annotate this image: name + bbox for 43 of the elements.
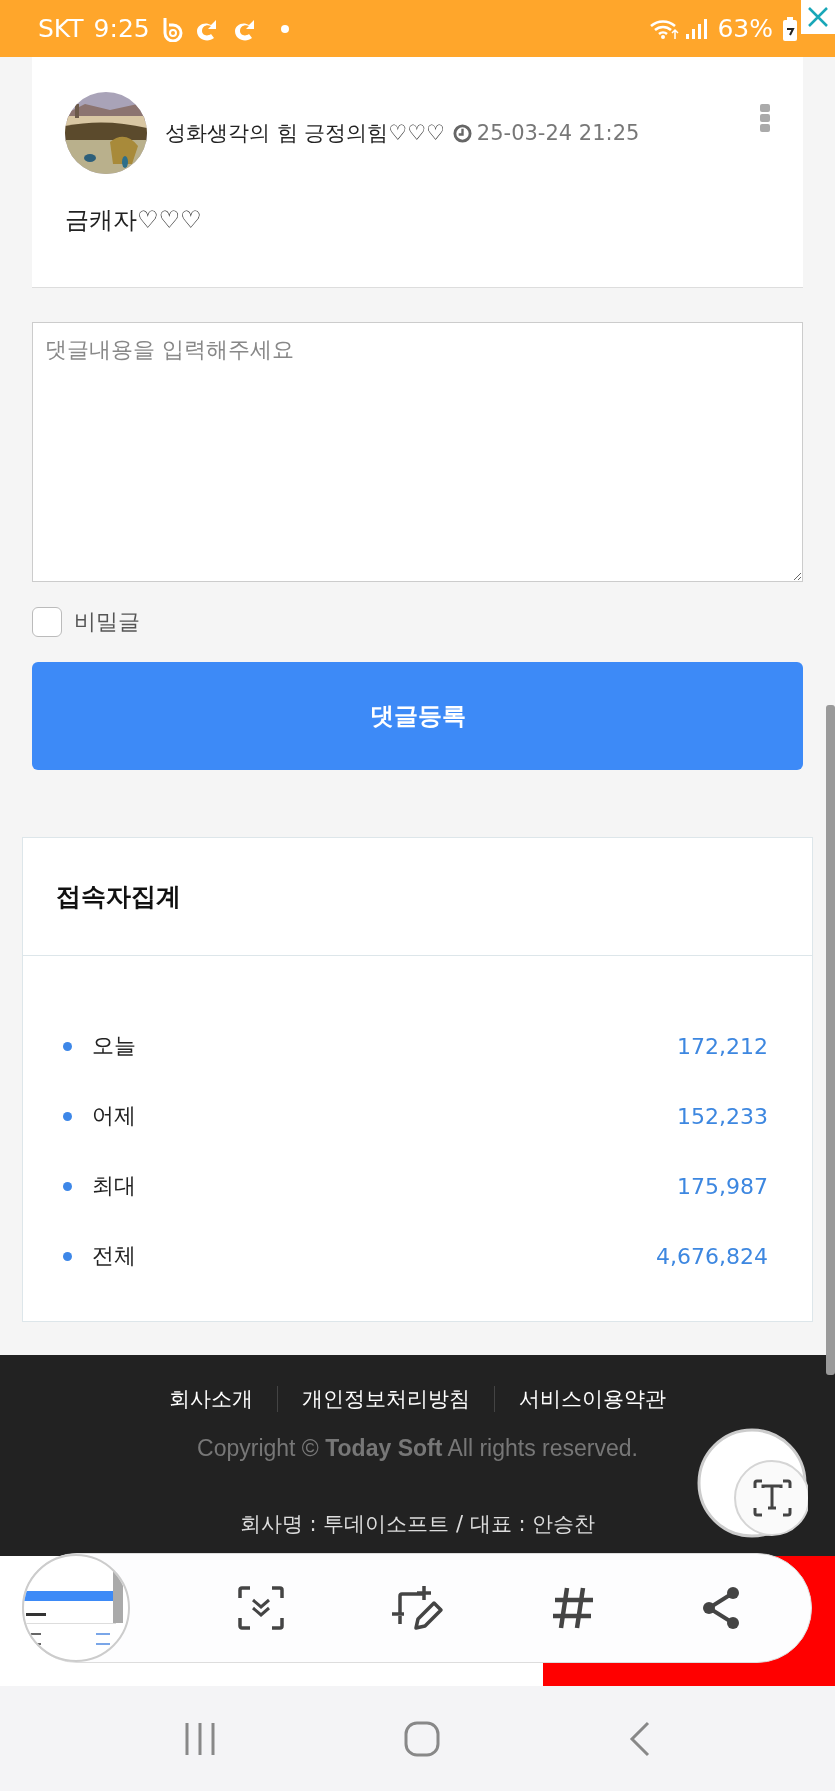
back-icon[interactable]: [628, 1720, 651, 1757]
stat-value: 152,233: [677, 1103, 768, 1129]
close-icon[interactable]: [806, 5, 830, 29]
battery-icon: [783, 16, 797, 41]
text-scan-button[interactable]: [697, 1428, 808, 1539]
bullet-icon: [63, 1181, 72, 1191]
bullet-icon: [63, 1041, 72, 1051]
stat-label: 최대: [92, 1172, 137, 1200]
signal-icon: [685, 17, 708, 40]
hashtag-icon[interactable]: [550, 1586, 595, 1630]
footer-link[interactable]: 회사소개: [169, 1385, 253, 1413]
crop-edit-icon[interactable]: [390, 1584, 444, 1632]
copyright-text: Copyright © Today Soft All rights reserved.: [197, 1435, 638, 1462]
stat-label: 오늘: [92, 1032, 137, 1060]
checkbox-label: 비밀글: [74, 608, 140, 636]
comment-date: 25-03-24 21:25: [476, 121, 640, 145]
bullet-icon: [63, 1251, 72, 1261]
stat-label: 전체: [92, 1242, 137, 1270]
share-icon[interactable]: [701, 1586, 741, 1630]
clock-icon: [452, 123, 472, 143]
comment-text: 금캐자♡♡♡: [65, 205, 202, 236]
stat-label: 어제: [92, 1102, 137, 1130]
secret-checkbox[interactable]: [32, 607, 62, 637]
author-name: 성화생각의 힘 긍정의힘♡♡♡: [165, 120, 445, 147]
stat-value: 172,212: [677, 1033, 768, 1059]
stat-value: 175,987: [677, 1173, 768, 1199]
home-icon[interactable]: [404, 1720, 441, 1757]
wifi-icon: [649, 17, 680, 40]
clock-time: 9:25: [93, 14, 150, 43]
scroll-capture-icon[interactable]: [237, 1586, 284, 1630]
footer-link[interactable]: 개인정보처리방침: [302, 1385, 470, 1413]
battery-percent: 63%: [717, 14, 773, 43]
footer-link[interactable]: 서비스이용약관: [519, 1385, 666, 1413]
card-title: 접속자집계: [56, 881, 181, 913]
company-info: 회사명 : 투데이소프트 / 대표 : 안승찬: [239, 1511, 596, 1538]
bullet-icon: [63, 1111, 72, 1121]
recent-apps-icon[interactable]: [184, 1721, 217, 1756]
screenshot-thumbnail[interactable]: [21, 1553, 131, 1663]
carrier-name: SKT: [38, 14, 84, 43]
stat-value: 4,676,824: [656, 1243, 768, 1269]
dot-icon: [279, 23, 290, 34]
comment-input[interactable]: 댓글내용을 입력해주세요: [32, 322, 803, 582]
more-options-icon[interactable]: [760, 104, 770, 132]
